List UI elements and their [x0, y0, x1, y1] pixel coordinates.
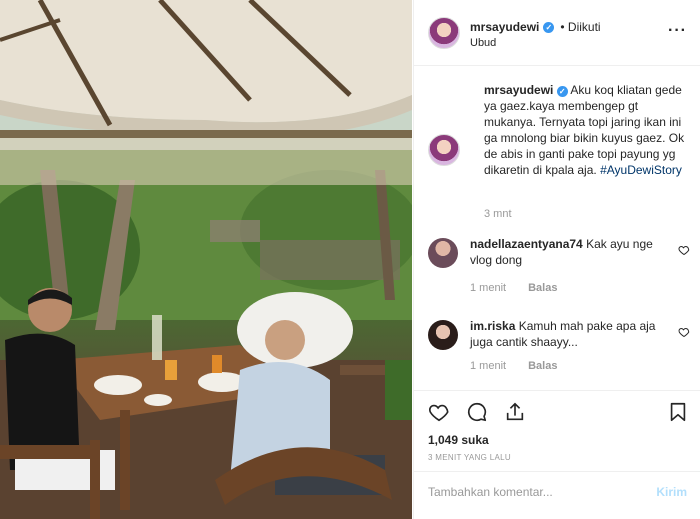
author-row: mrsayudewi ✓ • Diikuti [470, 20, 601, 34]
post-actions: 1,049 suka 3 MENIT YANG LALU Kirim [414, 390, 700, 510]
post-side-panel: mrsayudewi ✓ • Diikuti Ubud ··· mrsayude… [413, 0, 700, 519]
commenter-username[interactable]: nadellazaentyana74 [470, 237, 583, 251]
comment-time: 1 menit [470, 360, 507, 372]
like-comment-heart-icon[interactable] [678, 244, 690, 256]
share-icon[interactable] [504, 401, 526, 423]
comment-input[interactable] [428, 481, 638, 503]
caption-avatar[interactable] [428, 134, 460, 166]
reply-button[interactable]: Balas [528, 360, 557, 372]
commenter-username[interactable]: im.riska [470, 319, 515, 333]
save-bookmark-icon[interactable] [667, 401, 689, 426]
follow-status[interactable]: • Diikuti [560, 20, 600, 34]
post-header: mrsayudewi ✓ • Diikuti Ubud ··· [414, 0, 700, 66]
comment-text-block: im.riska Kamuh mah pake apa aja juga can… [470, 318, 670, 350]
comment-time: 1 menit [470, 282, 507, 294]
author-avatar[interactable] [428, 17, 460, 49]
comment-item: im.riska Kamuh mah pake apa aja juga can… [428, 318, 690, 378]
commenter-avatar[interactable] [428, 320, 458, 350]
commenter-avatar[interactable] [428, 238, 458, 268]
author-username[interactable]: mrsayudewi [470, 20, 539, 34]
add-comment-bar: Kirim [414, 471, 700, 511]
like-comment-heart-icon[interactable] [678, 326, 690, 338]
comment-text-block: nadellazaentyana74 Kak ayu nge vlog dong [470, 236, 670, 268]
more-options-icon[interactable]: ··· [668, 22, 687, 40]
post-location[interactable]: Ubud [470, 37, 496, 49]
comment-item: nadellazaentyana74 Kak ayu nge vlog dong… [428, 236, 690, 296]
caption-time: 3 mnt [484, 208, 512, 220]
verified-badge-icon: ✓ [556, 86, 568, 97]
reply-button[interactable]: Balas [528, 282, 557, 294]
action-icons [428, 401, 526, 423]
comment-meta: 1 menit Balas [470, 282, 557, 294]
instagram-post-view: mrsayudewi ✓ • Diikuti Ubud ··· mrsayude… [0, 0, 700, 519]
like-heart-icon[interactable] [428, 401, 450, 423]
comment-meta: 1 menit Balas [470, 360, 557, 372]
like-count[interactable]: 1,049 suka [428, 433, 489, 447]
comment-bubble-icon[interactable] [466, 401, 488, 423]
caption-username[interactable]: mrsayudewi [484, 83, 553, 97]
caption-hashtag[interactable]: #AyuDewiStory [600, 163, 682, 177]
photo-illustration [0, 0, 412, 519]
posted-time: 3 MENIT YANG LALU [428, 453, 511, 462]
send-comment-button[interactable]: Kirim [656, 485, 687, 499]
caption-text-block: mrsayudewi ✓ Aku koq kliatan gede ya gae… [484, 82, 692, 178]
verified-badge-icon: ✓ [543, 21, 555, 33]
post-photo[interactable] [0, 0, 412, 519]
